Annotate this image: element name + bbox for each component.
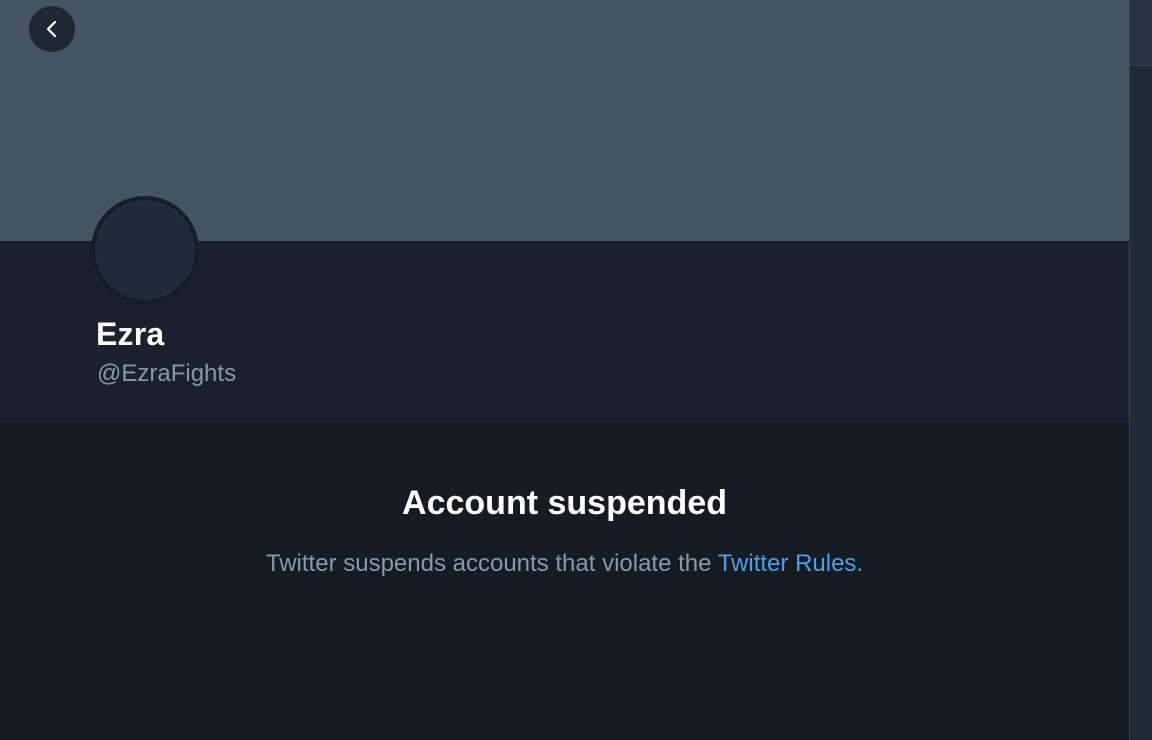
display-name: Ezra [96, 316, 165, 352]
suspension-message-prefix: Twitter suspends accounts that violate t… [265, 550, 718, 577]
column-divider [1129, 0, 1130, 740]
suspension-message: Twitter suspends accounts that violate t… [0, 550, 1129, 578]
user-handle: @EzraFights [97, 360, 237, 387]
main-column: Ezra @EzraFights Account suspended Twitt… [0, 0, 1129, 740]
profile-page: Ezra @EzraFights Account suspended Twitt… [0, 0, 1152, 740]
right-sidebar [1129, 0, 1152, 740]
twitter-rules-link[interactable]: Twitter Rules [718, 550, 857, 577]
back-button[interactable] [29, 6, 75, 52]
chevron-left-icon [42, 19, 62, 39]
right-sidebar-header [1129, 0, 1152, 66]
suspension-title: Account suspended [402, 484, 727, 522]
suspension-message-suffix: . [856, 550, 864, 577]
suspension-notice-area [0, 423, 1129, 740]
avatar [91, 196, 199, 304]
